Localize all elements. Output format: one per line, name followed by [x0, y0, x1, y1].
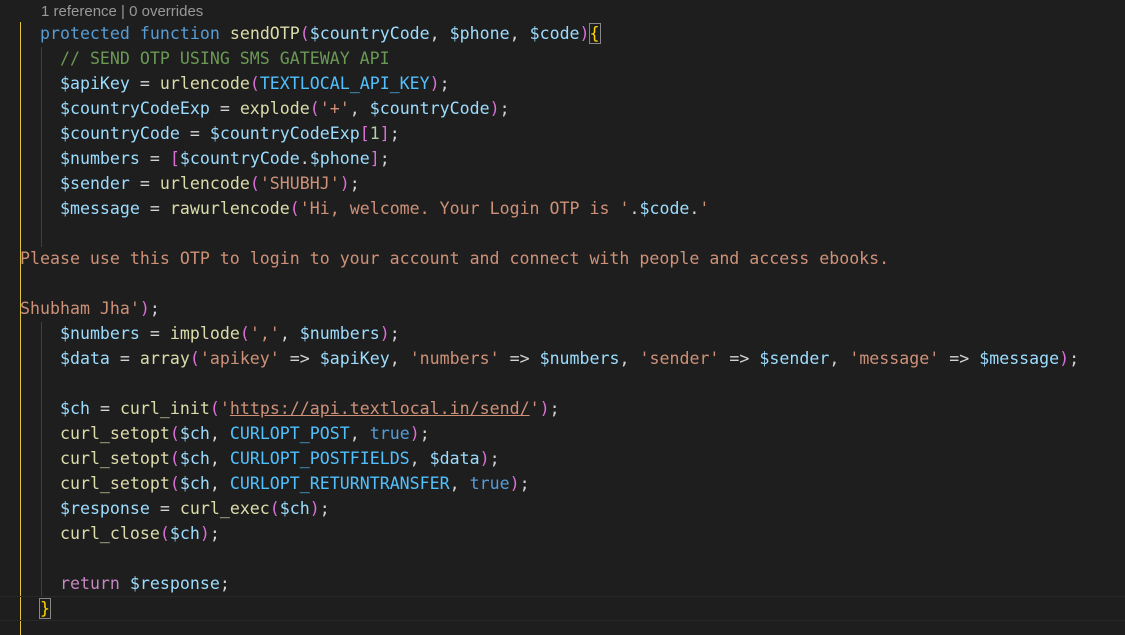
- code-string-continuation: Shubham Jha');: [20, 299, 160, 318]
- code-comment: // SEND OTP USING SMS GATEWAY API: [59, 49, 390, 68]
- code-line: curl_close($ch);: [59, 524, 220, 543]
- url-link[interactable]: https://api.textlocal.in/send/: [230, 399, 530, 418]
- code-line: curl_setopt($ch, CURLOPT_RETURNTRANSFER,…: [59, 474, 530, 493]
- code-line: $ch = curl_init('https://api.textlocal.i…: [59, 399, 560, 418]
- code-line: $message = rawurlencode('Hi, welcome. Yo…: [59, 199, 710, 218]
- codelens-references[interactable]: 1 reference | 0 overrides: [41, 2, 203, 22]
- current-line-highlight: [0, 596, 1125, 621]
- code-line: $response = curl_exec($ch);: [59, 499, 330, 518]
- code-line: $sender = urlencode('SHUBHJ');: [59, 174, 360, 193]
- code-line: $data = array('apikey' => $apiKey, 'numb…: [59, 349, 1080, 368]
- code-line: curl_setopt($ch, CURLOPT_POSTFIELDS, $da…: [59, 449, 500, 468]
- code-line: $countryCode = $countryCodeExp[1];: [59, 124, 400, 143]
- code-line: }: [38, 598, 51, 619]
- code-editor[interactable]: 1 reference | 0 overrides protected func…: [0, 0, 1125, 635]
- code-line: return $response;: [59, 574, 230, 593]
- code-line: $numbers = [$countryCode.$phone];: [59, 149, 390, 168]
- code-line: protected function sendOTP($countryCode,…: [39, 23, 601, 44]
- code-line: $apiKey = urlencode(TEXTLOCAL_API_KEY);: [59, 74, 450, 93]
- code-line: curl_setopt($ch, CURLOPT_POST, true);: [59, 424, 430, 443]
- code-string-continuation: Please use this OTP to login to your acc…: [20, 249, 890, 268]
- code-line: $numbers = implode(',', $numbers);: [59, 324, 400, 343]
- code-line: $countryCodeExp = explode('+', $countryC…: [59, 99, 510, 118]
